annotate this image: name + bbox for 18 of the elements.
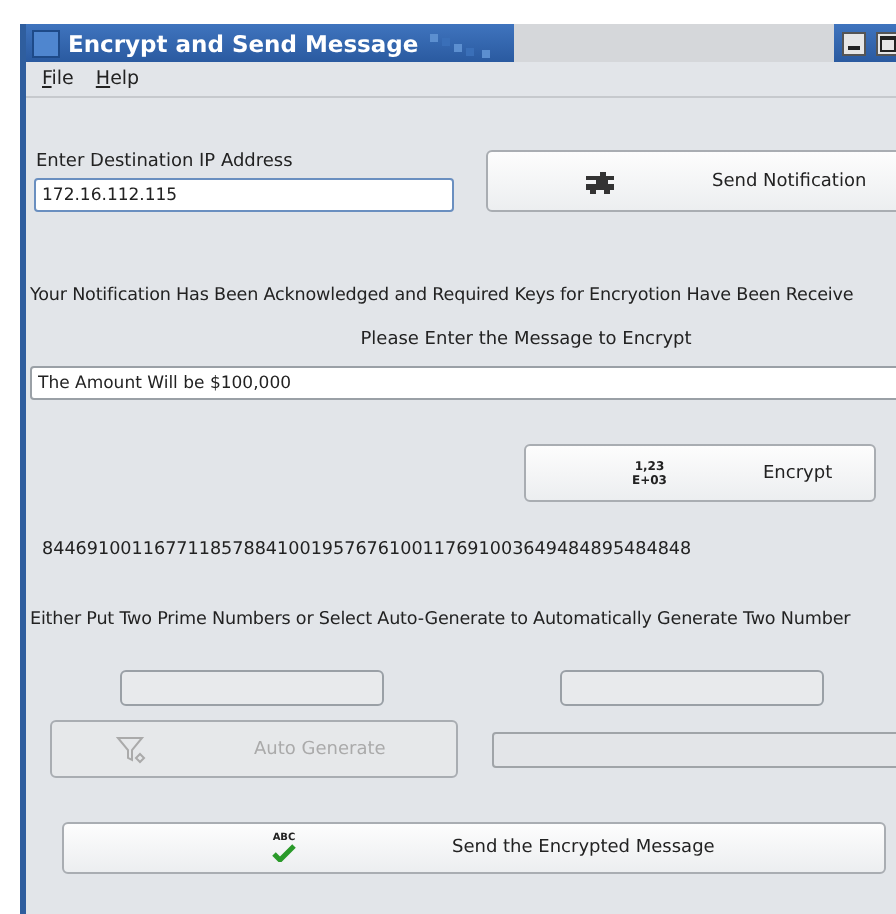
prime-field[interactable] [120, 670, 384, 706]
ip-label: Enter Destination IP Address [34, 152, 295, 172]
ip-field[interactable]: 172.16.112.115 [34, 178, 454, 212]
window-title: Encrypt and Send Message [68, 29, 419, 57]
send-notification-button[interactable]: Send Notification [486, 150, 896, 212]
message-prompt: Please Enter the Message to Encrypt [360, 330, 692, 350]
filter-icon [116, 733, 148, 765]
prime-prompt: Either Put Two Prime Numbers or Select Auto-Generate to Automatically Generate Two Number [30, 610, 853, 630]
encrypted-output: 8446910011677118578841001957676100117691003649484895484848 [40, 540, 694, 560]
message-field[interactable]: The Amount Will be $100,000 [30, 366, 896, 400]
notification-text: Your Notification Has Been Acknowledged and Required Keys for Encryotion Have Been Receive [30, 286, 856, 306]
stamp-icon [584, 169, 616, 193]
window-icon [32, 29, 60, 57]
minimize-button[interactable] [842, 31, 866, 55]
maximize-button[interactable] [876, 31, 896, 55]
menu-item[interactable]: Help [95, 68, 140, 90]
prime-field[interactable] [560, 670, 824, 706]
menu-item[interactable]: File [42, 68, 74, 90]
